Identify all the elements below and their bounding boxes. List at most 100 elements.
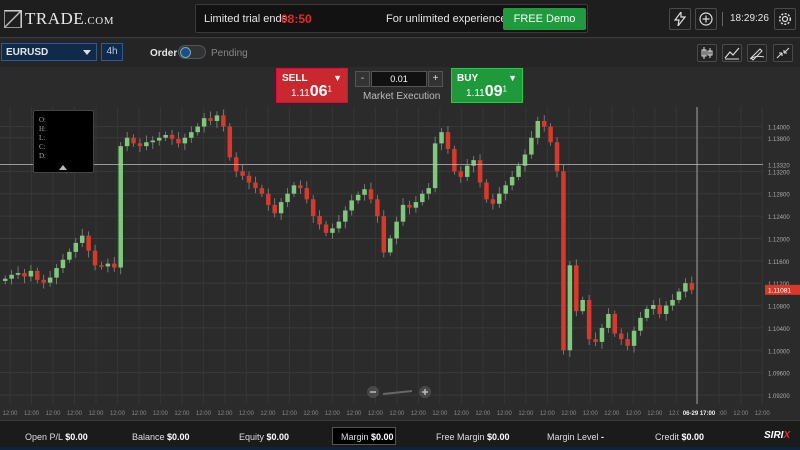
candle-up: [663, 305, 669, 314]
account-footer: Open P/L $0.00 Balance $0.00 Equity $0.0…: [0, 420, 800, 450]
collapse-icon[interactable]: [773, 44, 793, 62]
buy-price: 1.11091: [466, 83, 507, 100]
candle-up: [2, 278, 8, 281]
candle-up: [189, 132, 194, 138]
zoom-in-icon[interactable]: [419, 386, 431, 398]
current-price-label: 1.11081: [768, 287, 791, 294]
order-pending-toggle[interactable]: [178, 45, 206, 59]
candle-down: [452, 148, 457, 172]
candle-down: [375, 199, 380, 217]
candle-up: [509, 176, 515, 186]
ohlc-panel: O: H: L: C: D:: [33, 110, 94, 173]
x-tick-label: 12:00: [346, 411, 362, 417]
symbol-select[interactable]: EURUSD: [1, 43, 97, 61]
candlestick-icon[interactable]: [697, 44, 717, 62]
x-tick-label: 12:00: [432, 411, 448, 417]
draw-icon[interactable]: [747, 44, 767, 62]
candle-up: [516, 165, 521, 177]
x-tick-label: 12:00: [325, 411, 341, 417]
candle-up: [105, 263, 111, 267]
candle-down: [259, 188, 265, 194]
credit: Credit $0.00: [655, 432, 705, 442]
candle-up: [67, 251, 72, 260]
candle-up: [464, 165, 470, 177]
free-margin: Free Margin $0.00: [436, 432, 510, 442]
candle-up: [156, 137, 162, 141]
x-tick-label: 12:00: [260, 411, 276, 417]
candle-down: [612, 313, 618, 334]
candle-up: [28, 270, 34, 277]
line-chart-icon[interactable]: [722, 44, 742, 62]
buy-button[interactable]: BUY ▼ 1.11091: [451, 68, 523, 103]
candle-up: [683, 283, 688, 292]
candle-up: [349, 200, 354, 211]
pending-label: Pending: [211, 48, 248, 59]
candle-up: [285, 193, 290, 203]
candle-down: [317, 216, 322, 225]
candle-down: [407, 204, 412, 208]
x-tick-label: 12:00: [411, 411, 427, 417]
x-tick-label: 12:00: [475, 411, 491, 417]
lightning-icon[interactable]: [669, 8, 691, 30]
x-tick-label: 12:00: [88, 411, 104, 417]
sell-button[interactable]: SELL ▼ 1.11061: [276, 68, 348, 103]
candle-down: [35, 270, 40, 280]
candle-up: [676, 291, 682, 300]
candle-up: [400, 204, 406, 222]
plus-circle-icon[interactable]: [695, 8, 717, 30]
free-demo-button[interactable]: FREE Demo: [503, 8, 586, 30]
candle-down: [689, 283, 695, 290]
candle-down: [298, 185, 303, 189]
timeframe-button[interactable]: 4h: [101, 43, 123, 61]
candle-up: [606, 313, 611, 328]
top-bar: TRADE.COM Limited trial ends: 08:50 For …: [0, 0, 800, 38]
candle-up: [195, 126, 200, 133]
margin-level: Margin Level -: [547, 432, 605, 442]
trial-label: Limited trial ends:: [204, 13, 291, 25]
price-chart[interactable]: 1.14000 1.13800 1.133201.13200 1.12800 1.124…: [0, 107, 800, 420]
chevron-up-icon[interactable]: [59, 165, 67, 170]
candle-up: [150, 140, 156, 143]
logo[interactable]: TRADE.COM: [4, 8, 114, 30]
margin: Margin $0.00: [341, 432, 394, 442]
candle-down: [554, 142, 560, 172]
candle-up: [420, 193, 425, 203]
x-tick-label: 12:00: [626, 411, 642, 417]
candle-down: [169, 134, 175, 139]
candle-up: [201, 118, 207, 127]
zoom-slider[interactable]: [382, 390, 413, 395]
x-tick-label: 12:00: [131, 411, 147, 417]
candle-up: [439, 132, 444, 144]
candle-up: [535, 120, 541, 138]
equity: Equity $0.00: [239, 432, 290, 442]
quantity-increase-button[interactable]: +: [428, 71, 443, 87]
ohlc-high: H:: [39, 125, 46, 133]
chart-toolbar: EURUSD 4h Order Pending: [0, 39, 800, 67]
y-tick-label: 1.13800: [768, 137, 790, 143]
x-tick-label: 12:00: [497, 411, 513, 417]
candle-down: [625, 339, 630, 346]
candle-down: [227, 126, 233, 158]
zoom-out-icon[interactable]: [367, 386, 379, 398]
quantity-decrease-button[interactable]: -: [355, 71, 370, 87]
x-tick-label: 12:00: [733, 411, 749, 417]
candle-down: [137, 143, 143, 147]
header-divider: [722, 12, 723, 26]
x-tick-label: 12:00: [647, 411, 663, 417]
candle-down: [657, 305, 662, 314]
candle-up: [394, 221, 399, 239]
candle-up: [182, 137, 188, 144]
trading-app: TRADE.COM Limited trial ends: 08:50 For …: [0, 0, 800, 450]
open-pl: Open P/L $0.00: [25, 432, 88, 442]
candle-down: [246, 175, 252, 183]
candle-down: [266, 193, 271, 205]
candle-up: [631, 330, 637, 346]
x-tick-label: 12:00: [239, 411, 255, 417]
quantity-input[interactable]: [371, 71, 427, 87]
x-tick-label: 12:00: [153, 411, 169, 417]
gear-icon[interactable]: [774, 8, 796, 30]
x-tick-label: 12:00: [217, 411, 233, 417]
x-tick-label: 12:00: [45, 411, 61, 417]
y-tick-label: 1.14000: [768, 126, 790, 132]
ohlc-open: O:: [39, 116, 46, 124]
